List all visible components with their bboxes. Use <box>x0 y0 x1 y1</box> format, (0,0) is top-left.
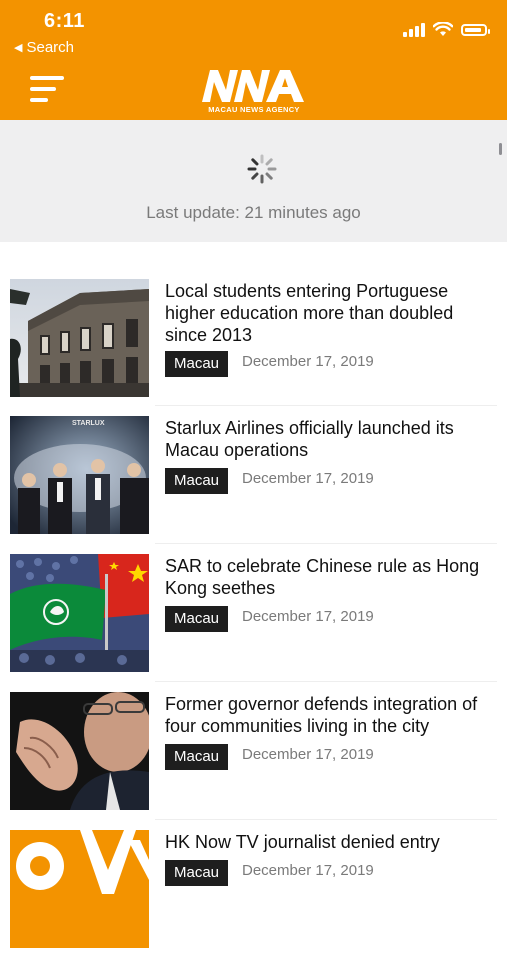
article-date: December 17, 2019 <box>242 470 374 487</box>
wifi-icon <box>433 22 453 36</box>
status-time: 6:11 <box>44 10 85 32</box>
category-badge[interactable]: Macau <box>165 468 229 494</box>
loading-spinner-icon <box>247 154 277 184</box>
scroll-indicator[interactable] <box>499 143 502 155</box>
news-list-item[interactable]: SAR to celebrate Chinese rule as Hong Ko… <box>10 554 507 678</box>
menu-icon-bar <box>30 98 48 102</box>
logo-caption: MACAU NEWS AGENCY <box>208 105 300 114</box>
article-title[interactable]: SAR to celebrate Chinese rule as Hong Ko… <box>165 555 500 599</box>
back-link-label: Search <box>26 39 74 56</box>
article-title[interactable]: HK Now TV journalist denied entry <box>165 831 500 853</box>
category-badge[interactable]: Macau <box>165 860 229 886</box>
article-thumbnail <box>10 830 149 948</box>
news-list-item[interactable]: STARLUX Starlux Airlines officially laun… <box>10 416 507 540</box>
battery-icon <box>461 23 490 36</box>
menu-icon-bar <box>30 87 56 91</box>
starlux-thumb-text: STARLUX <box>72 420 105 427</box>
last-update-text: Last update: 21 minutes ago <box>146 203 361 222</box>
mna-logo-mark <box>202 70 304 102</box>
article-date: December 17, 2019 <box>242 746 374 763</box>
list-divider <box>155 819 497 820</box>
list-divider <box>155 543 497 544</box>
status-icons <box>403 22 490 37</box>
article-thumbnail <box>10 692 149 810</box>
article-title[interactable]: Local students entering Portuguese highe… <box>165 280 500 346</box>
article-title[interactable]: Starlux Airlines officially launched its… <box>165 417 500 461</box>
article-thumbnail <box>10 279 149 397</box>
news-list-item[interactable]: HK Now TV journalist denied entry Macau … <box>10 830 507 954</box>
pull-to-refresh-area: Last update: 21 minutes ago <box>0 120 507 242</box>
article-date: December 17, 2019 <box>242 608 374 625</box>
category-badge[interactable]: Macau <box>165 351 229 377</box>
category-badge[interactable]: Macau <box>165 744 229 770</box>
list-divider <box>155 405 497 406</box>
menu-icon-bar <box>30 76 64 80</box>
app-header: 6:11 ◀ Search MACAU NEWS AGENCY <box>0 0 507 120</box>
article-date: December 17, 2019 <box>242 862 374 879</box>
news-list-item[interactable]: Local students entering Portuguese highe… <box>10 279 507 403</box>
macau-news-agency-logo: MACAU NEWS AGENCY <box>200 66 308 114</box>
back-triangle-icon: ◀ <box>14 42 23 54</box>
category-badge[interactable]: Macau <box>165 606 229 632</box>
back-to-search-link[interactable]: ◀ Search <box>14 39 74 56</box>
article-thumbnail: STARLUX <box>10 416 149 534</box>
cellular-signal-icon <box>403 22 425 37</box>
news-list-item[interactable]: Former governor defends integration of f… <box>10 692 507 816</box>
article-thumbnail <box>10 554 149 672</box>
article-date: December 17, 2019 <box>242 353 374 370</box>
article-title[interactable]: Former governor defends integration of f… <box>165 693 500 737</box>
menu-button[interactable] <box>30 74 66 104</box>
list-divider <box>155 681 497 682</box>
